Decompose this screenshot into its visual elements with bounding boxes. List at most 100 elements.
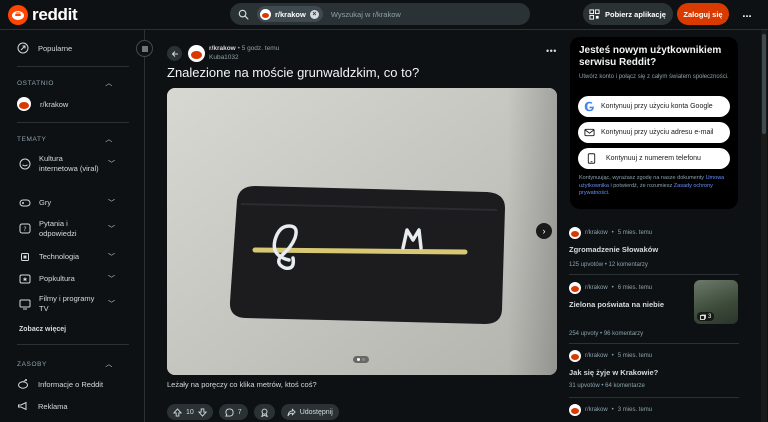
chevron-down-icon: ﹀ [108,254,115,261]
related-title[interactable]: Zgromadzenie Słowaków [569,245,739,254]
search-input[interactable] [330,9,501,19]
continue-phone-button[interactable]: Kontynuuj z numerem telefonu [578,148,730,169]
sidebar-item-popular[interactable]: Popularne [17,42,72,54]
signup-subtitle: Utwórz konto i połącz się z całym świate… [579,74,729,80]
sidebar-item-label: Reklama [38,401,68,411]
get-app-button[interactable]: Pobierz aplikację [583,3,673,25]
arrow-left-icon [171,50,178,57]
topic-label: Gry [39,198,52,207]
search-bar[interactable]: r/krakow × [230,3,530,25]
post-image[interactable] [167,88,557,375]
related-upvotes: 31 upvotów [569,383,600,389]
reddit-logo[interactable]: reddit [8,5,78,25]
search-scope-chip[interactable]: r/krakow × [257,6,323,22]
post-author-link[interactable]: Kuba1032 [209,54,239,61]
post-subreddit-link[interactable]: r/krakow [209,45,236,52]
meta-separator: • [611,285,614,291]
back-button[interactable] [167,46,182,61]
post-meta: r/krakow • 5 godz. temu [209,45,279,52]
sidebar-topic-internet-culture[interactable]: Kultura internetowa (viral) ﹀ [19,154,115,174]
mail-icon [584,128,595,137]
legal-text: . [608,190,610,196]
photo-black-tape-on-railing [167,88,557,375]
related-comments: 96 komentarzy [603,331,644,337]
related-subreddit[interactable]: r/krakow [585,353,608,359]
related-post[interactable]: r/krakow • 5 mies. temu Zgromadzenie Słowa… [569,227,739,268]
post-options-icon[interactable]: ••• [546,46,557,56]
more-options-icon[interactable]: ... [736,3,758,25]
upvote-icon[interactable] [173,407,182,417]
related-subreddit[interactable]: r/krakow [585,230,608,236]
chevron-down-icon: ﹀ [108,226,115,233]
vote-control: 10 [167,404,213,420]
topics-section-header[interactable]: TEMATY ︿ [17,134,113,144]
gallery-count: 3 [708,313,712,320]
subreddit-avatar-icon [260,8,271,20]
topic-label: Popkultura [39,274,75,283]
award-button[interactable] [253,404,275,420]
sidebar-topic-qa[interactable]: ? Pytania i odpowiedzi ﹀ [19,219,115,239]
sidebar-topic-pop-culture[interactable]: Popkultura ﹀ [19,273,115,285]
related-subreddit[interactable]: r/krakow [585,407,608,413]
recent-section-header[interactable]: OSTATNIO ︿ [17,78,113,88]
related-divider [569,397,739,398]
related-title[interactable]: Zielona poświata na niebie [569,300,689,309]
downvote-icon[interactable] [197,407,207,417]
related-age: 5 mies. temu [617,230,653,236]
subreddit-avatar[interactable] [188,45,205,62]
signup-card: Jesteś nowym użytkownikiem serwisu Reddi… [570,37,738,209]
related-post[interactable]: r/krakow • 6 mies. temu Zielona poświata n… [569,282,689,337]
related-post[interactable]: r/krakow • 5 mies. temu Jak się żyje w Kra… [569,350,739,389]
scrollbar-thumb[interactable] [762,34,766,134]
google-icon [584,101,594,112]
vote-score: 10 [186,408,194,416]
sidebar-item-label: Popularne [38,43,73,53]
sidebar-item-advertise[interactable]: Reklama [17,400,68,412]
chevron-down-icon: ﹀ [108,276,115,283]
see-more-topics-link[interactable]: Zobacz więcej [19,326,66,333]
award-icon [260,408,268,417]
sidebar-item-about-reddit[interactable]: Informacje o Reddit [17,378,103,390]
clear-scope-icon[interactable]: × [309,9,319,19]
related-upvotes: 254 upvoty [569,331,599,337]
sidebar-item-recent-krakow[interactable]: r/krakow [17,97,68,111]
image-pager [353,356,369,363]
sidebar-divider [17,344,129,345]
pager-dot [362,358,365,361]
megaphone-icon [18,401,27,411]
related-post[interactable]: r/krakow • 3 mies. temu [569,404,739,416]
resources-section-header[interactable]: ZASOBY ︿ [17,359,113,369]
login-button[interactable]: Zaloguj się [677,3,729,25]
resources-heading: ZASOBY [17,360,47,368]
sidebar-item-label: Informacje o Reddit [38,379,104,389]
continue-google-button[interactable]: Kontynuuj przy użyciu konta Google [578,96,730,117]
next-image-button[interactable]: › [536,223,552,239]
sidebar-topic-movies-tv[interactable]: Filmy i programy TV ﹀ [19,294,115,314]
related-age: 3 mies. temu [617,407,653,413]
continue-email-button[interactable]: Kontynuuj przy użyciu adresu e-mail [578,122,730,143]
related-age: 6 mies. temu [617,285,653,291]
chevron-down-icon: ﹀ [108,301,115,308]
related-subreddit[interactable]: r/krakow [585,285,608,291]
google-label: Kontynuuj przy użyciu konta Google [601,103,713,110]
meta-separator: • [600,331,603,337]
trending-icon [17,42,29,54]
post-caption: Leżały na poręczy co klika metrów, ktoś … [167,380,317,389]
related-title[interactable]: Jak się żyje w Krakowie? [569,368,739,377]
qr-code-icon [589,8,600,20]
chevron-up-icon: ︿ [105,136,113,143]
topic-label: Pytania i odpowiedzi [39,219,77,238]
share-button[interactable]: Udostępnij [280,404,339,420]
related-thumbnail[interactable]: 3 [694,280,738,324]
related-divider [569,274,739,275]
share-label: Udostępnij [299,408,333,416]
collapse-sidebar-button[interactable] [136,40,153,57]
post-age: 5 godz. temu [241,45,280,52]
signup-legal-text: Kontynuując, wyrażasz zgodę na nasze dok… [579,175,731,198]
sidebar-item-label: r/krakow [40,99,69,109]
sidebar-topic-technology[interactable]: Technologia ﹀ [19,251,115,263]
sidebar-topic-games[interactable]: Gry ﹀ [19,197,115,209]
related-age: 5 mies. temu [617,353,653,359]
comments-button[interactable]: 7 [218,404,248,420]
logo-text: reddit [32,5,78,24]
